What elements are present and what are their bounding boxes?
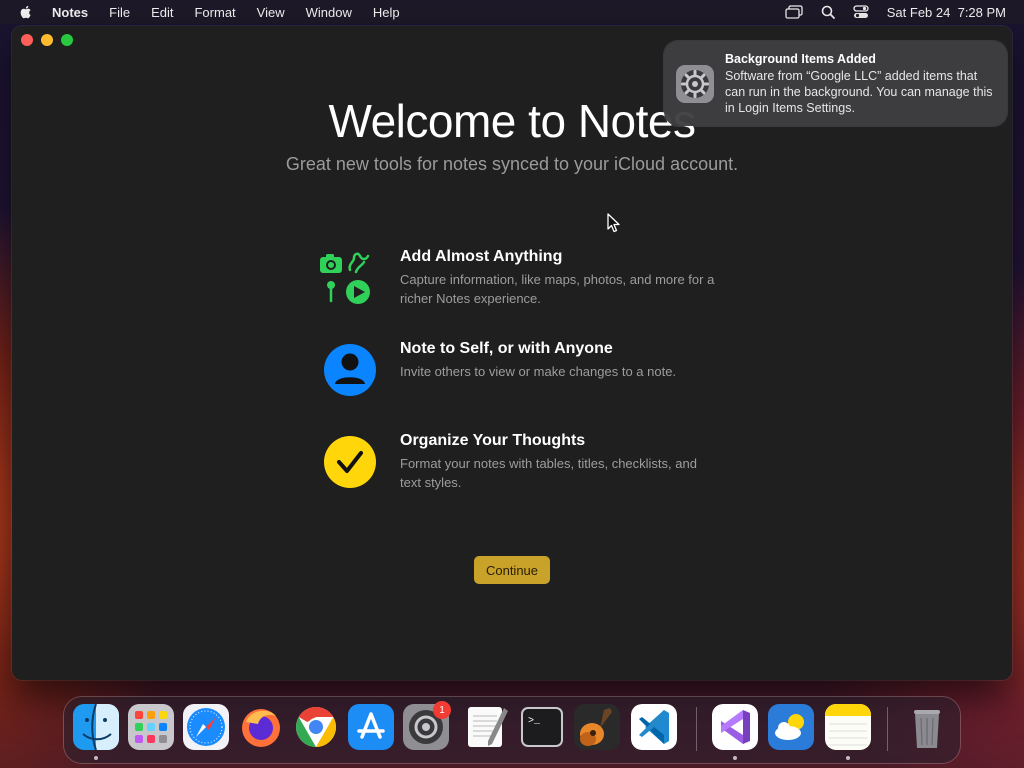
zoom-window-button[interactable] [61, 34, 73, 46]
dock-garageband-icon[interactable] [574, 704, 620, 750]
dock-app-store-icon[interactable] [348, 704, 394, 750]
menu-edit[interactable]: Edit [151, 5, 173, 20]
running-indicator [94, 756, 98, 760]
feature-heading: Organize Your Thoughts [400, 432, 586, 449]
notification-badge: 1 [433, 701, 451, 719]
continue-button[interactable]: Continue [474, 556, 550, 584]
menu-help[interactable]: Help [373, 5, 400, 20]
running-indicator [846, 756, 850, 760]
svg-text:>_: >_ [528, 716, 541, 727]
mouse-cursor-icon [607, 213, 620, 233]
dock-trash-icon[interactable] [904, 704, 950, 750]
welcome-subtitle: Great new tools for notes synced to your… [285, 154, 739, 174]
menu-bar: Notes File Edit Format View Window Help … [0, 0, 1024, 24]
dock-separator [887, 707, 888, 751]
person-icon [324, 344, 376, 396]
feature-description: Capture information, like maps, photos, … [400, 272, 715, 306]
window-controls [21, 34, 73, 46]
dock-chrome-icon[interactable] [293, 704, 339, 750]
feature-heading: Note to Self, or with Anyone [400, 340, 613, 357]
checkmark-icon [324, 436, 376, 488]
menu-window[interactable]: Window [306, 5, 352, 20]
screen-mirroring-icon[interactable] [785, 5, 803, 19]
feature-description: Invite others to view or make changes to… [400, 364, 677, 379]
dock-finder-icon[interactable] [73, 704, 119, 750]
spotlight-search-icon[interactable] [821, 5, 835, 19]
dock-safari-icon[interactable] [183, 704, 229, 750]
notification-title: Background Items Added [725, 52, 876, 66]
running-indicator [733, 756, 737, 760]
close-window-button[interactable] [21, 34, 33, 46]
media-attachments-icon [320, 252, 370, 304]
apple-menu-icon[interactable] [18, 4, 34, 20]
notification-body: Software from “Google LLC” added items t… [725, 69, 993, 115]
system-settings-gear-icon [676, 65, 714, 103]
feature-heading: Add Almost Anything [400, 248, 563, 265]
background-items-notification[interactable]: Background Items Added Software from “Go… [664, 41, 1007, 126]
control-center-icon[interactable] [853, 5, 869, 19]
dock-weather-icon[interactable] [768, 704, 814, 750]
minimize-window-button[interactable] [41, 34, 53, 46]
dock-launchpad-icon[interactable] [128, 704, 174, 750]
dock-notes-icon[interactable] [825, 704, 871, 750]
menubar-clock[interactable]: Sat Feb 24 7:28 PM [887, 5, 1006, 20]
feature-description: Format your notes with tables, titles, c… [400, 456, 697, 490]
menu-view[interactable]: View [257, 5, 285, 20]
dock-terminal-icon[interactable]: >_ [519, 704, 565, 750]
menu-format[interactable]: Format [194, 5, 235, 20]
menu-app-notes[interactable]: Notes [52, 5, 88, 20]
dock-visual-studio-icon[interactable] [712, 704, 758, 750]
dock-separator [696, 707, 697, 751]
dock: 1 >_ [64, 697, 960, 763]
dock-firefox-icon[interactable] [238, 704, 284, 750]
dock-textedit-icon[interactable] [464, 704, 510, 750]
menu-file[interactable]: File [109, 5, 130, 20]
dock-vscode-icon[interactable] [631, 704, 677, 750]
dock-system-settings-icon[interactable]: 1 [403, 701, 451, 750]
